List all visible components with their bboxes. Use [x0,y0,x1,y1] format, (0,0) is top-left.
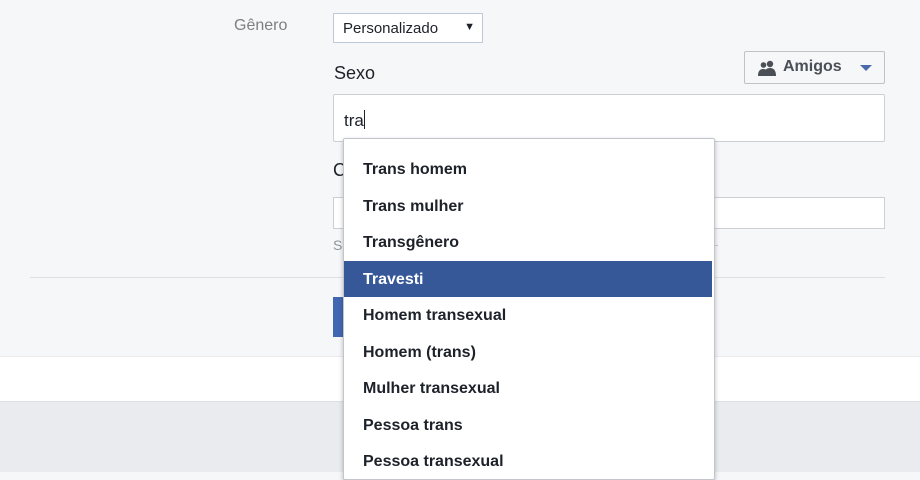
dropdown-option[interactable]: Homem transexual [344,297,712,333]
text-cursor [363,110,365,129]
genero-select[interactable]: Personalizado ▼ [333,13,483,43]
dropdown-option[interactable]: Trans homem [344,151,712,187]
sexo-label: Sexo [334,63,376,83]
covered-help-text: S [333,237,343,253]
dropdown-option[interactable]: Mulher transexual [344,370,712,406]
dropdown-option[interactable]: Pessoa trans [344,407,712,443]
dropdown-option[interactable]: Pessoa transexual [344,443,712,479]
dropdown-option[interactable]: Trans mulher [344,188,712,224]
dropdown-option[interactable]: Travesti [344,260,712,297]
friends-icon [758,60,776,76]
audience-label: Amigos [783,58,842,75]
genero-select-value: Personalizado [343,20,439,37]
caret-down-icon: ▼ [464,21,475,33]
dropdown-triangle-icon [860,65,872,71]
dropdown-option[interactable]: Transgênero [344,224,712,260]
sexo-input-value: tra [344,111,364,130]
dropdown-option[interactable]: Homem (trans) [344,334,712,370]
gender-suggestions-dropdown: Trans homem Trans mulher Transgênero Traves… [343,138,715,480]
genero-label: Gênero [234,17,288,34]
sexo-input[interactable]: tra [333,94,885,142]
audience-selector-button[interactable]: Amigos [744,51,885,84]
